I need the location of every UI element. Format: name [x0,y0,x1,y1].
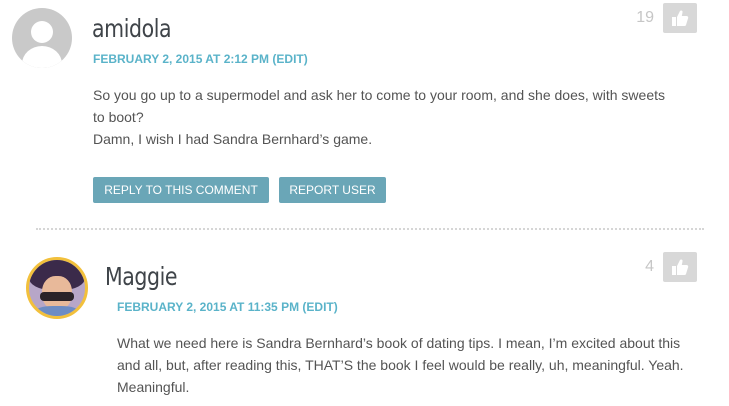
like-button[interactable] [663,3,697,33]
avatar-shirt-shape [35,306,79,316]
comment-author[interactable]: amidola [92,14,172,43]
report-user-button[interactable]: REPORT USER [279,177,386,203]
comment-date-link[interactable]: FEBRUARY 2, 2015 AT 11:35 PM [117,300,299,314]
vote-count: 19 [636,9,654,26]
vote-count: 4 [645,258,654,275]
reply-button[interactable]: REPLY TO THIS COMMENT [93,177,269,203]
comment-item: Maggie FEBRUARY 2, 2015 AT 11:35 PM (EDI… [0,230,729,406]
comment-meta: FEBRUARY 2, 2015 AT 2:12 PM (EDIT) [93,52,308,66]
thumbs-up-icon [672,10,689,26]
comment-meta: FEBRUARY 2, 2015 AT 11:35 PM (EDIT) [117,300,338,314]
avatar-body-shape [22,46,62,68]
comment-line: What we need here is Sandra Bernhard’s b… [117,335,684,395]
comment-line: So you go up to a supermodel and ask her… [93,87,665,125]
comment-line: Damn, I wish I had Sandra Bernhard’s gam… [93,131,373,147]
comment-body: So you go up to a supermodel and ask her… [93,84,673,150]
edit-link[interactable]: (EDIT) [272,52,307,66]
like-button[interactable] [663,252,697,282]
thumbs-up-icon [672,259,689,275]
avatar[interactable] [12,8,72,68]
edit-link[interactable]: (EDIT) [302,300,337,314]
avatar[interactable] [26,257,88,319]
comment-author[interactable]: Maggie [105,262,178,291]
avatar-mask-shape [40,292,74,301]
comment-item: amidola FEBRUARY 2, 2015 AT 2:12 PM (EDI… [0,0,729,230]
comment-date-link[interactable]: FEBRUARY 2, 2015 AT 2:12 PM [93,52,269,66]
comment-body: What we need here is Sandra Bernhard’s b… [117,332,702,398]
avatar-head-shape [31,21,53,43]
